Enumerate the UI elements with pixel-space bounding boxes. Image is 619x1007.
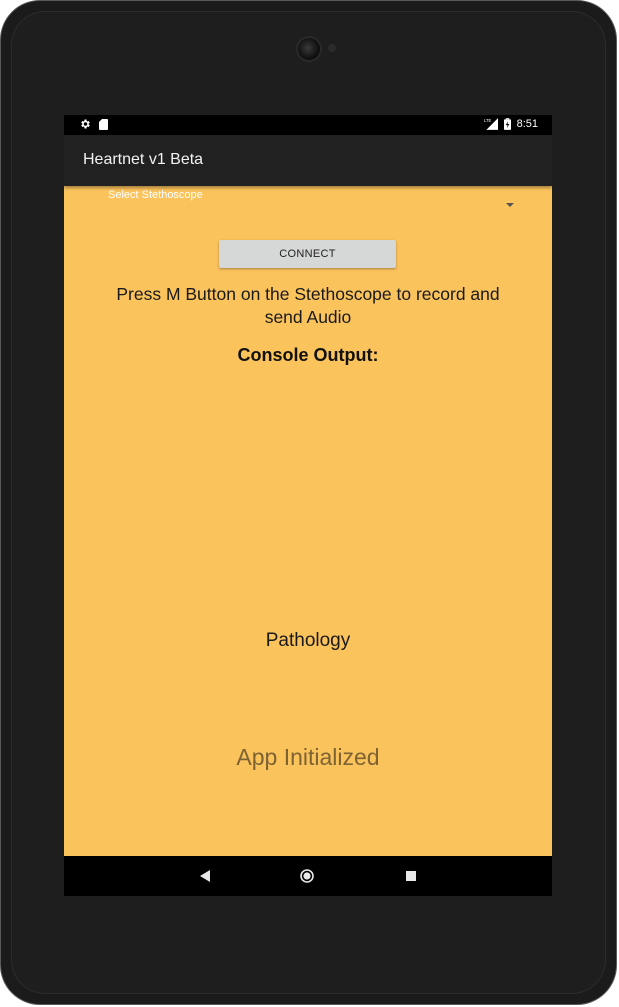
home-icon[interactable] bbox=[300, 869, 314, 883]
app-bar: Heartnet v1 Beta bbox=[64, 135, 552, 186]
status-left-icons bbox=[79, 118, 108, 130]
app-status-text: App Initialized bbox=[236, 744, 380, 770]
signal-icon: LTE bbox=[484, 118, 498, 130]
navigation-bar bbox=[64, 856, 552, 896]
sd-card-icon bbox=[99, 118, 108, 130]
spinner-label: Select Stethoscope bbox=[108, 189, 203, 201]
tablet-frame: LTE 8:51 Heartnet v1 Beta Select Stethos… bbox=[0, 0, 617, 1005]
main-content: Select Stethoscope CONNECT Press M Butto… bbox=[64, 186, 552, 856]
gear-icon bbox=[81, 119, 90, 129]
status-right-icons: LTE 8:51 bbox=[484, 118, 538, 130]
back-icon[interactable] bbox=[200, 870, 210, 882]
front-camera bbox=[298, 38, 320, 60]
instruction-text: Press M Button on the Stethoscope to rec… bbox=[116, 284, 500, 327]
console-output-title: Console Output: bbox=[237, 345, 379, 365]
screen: LTE 8:51 Heartnet v1 Beta Select Stethos… bbox=[64, 115, 552, 896]
dropdown-arrow-icon bbox=[506, 203, 514, 207]
pathology-label: Pathology bbox=[265, 630, 351, 651]
battery-charging-icon bbox=[503, 118, 511, 130]
stethoscope-spinner[interactable]: Select Stethoscope bbox=[64, 186, 552, 220]
connect-button[interactable]: CONNECT bbox=[219, 240, 396, 268]
app-title: Heartnet v1 Beta bbox=[83, 151, 204, 168]
network-type-label: LTE bbox=[484, 118, 491, 123]
status-bar: LTE 8:51 bbox=[64, 115, 552, 135]
camera-sensor bbox=[328, 44, 336, 52]
recents-icon[interactable] bbox=[406, 871, 416, 881]
status-time: 8:51 bbox=[516, 118, 538, 130]
